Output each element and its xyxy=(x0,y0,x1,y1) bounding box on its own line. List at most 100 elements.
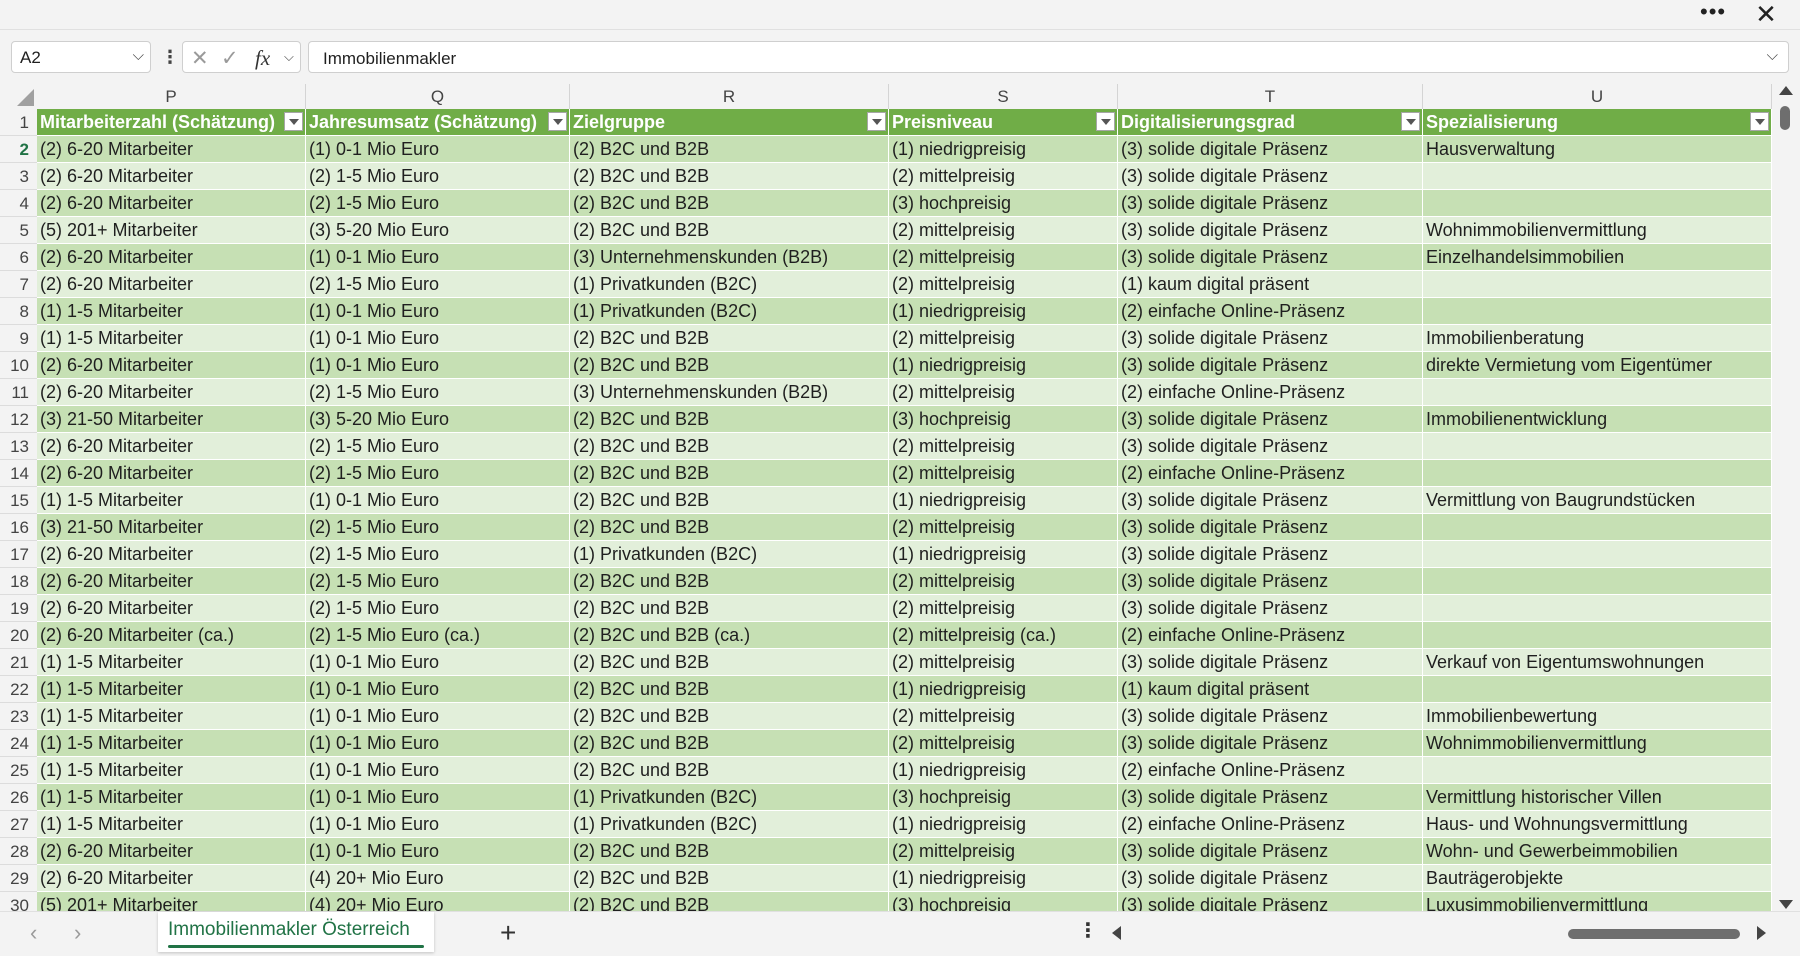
table-cell[interactable]: (1) 0-1 Mio Euro xyxy=(306,298,570,325)
row-number[interactable]: 19 xyxy=(0,595,37,622)
table-cell[interactable]: (2) 6-20 Mitarbeiter xyxy=(37,190,306,217)
row-number[interactable]: 4 xyxy=(0,190,37,217)
table-cell[interactable]: (2) mittelpreisig xyxy=(889,217,1118,244)
table-cell[interactable]: (2) 1-5 Mio Euro xyxy=(306,514,570,541)
table-cell[interactable]: (2) 1-5 Mio Euro xyxy=(306,379,570,406)
table-cell[interactable]: Wohnimmobilienvermittlung xyxy=(1423,217,1772,244)
worksheet-grid[interactable]: P Q R S T U 1 Mitarbeiterzahl (Schätzung… xyxy=(0,84,1772,911)
table-cell[interactable]: (2) B2C und B2B xyxy=(570,757,889,784)
table-cell[interactable]: (2) 6-20 Mitarbeiter xyxy=(37,271,306,298)
header-cell[interactable]: Digitalisierungsgrad xyxy=(1118,109,1423,136)
table-cell[interactable]: Immobilienentwicklung xyxy=(1423,406,1772,433)
table-cell[interactable]: (2) 1-5 Mio Euro xyxy=(306,163,570,190)
table-cell[interactable]: (2) B2C und B2B xyxy=(570,460,889,487)
row-number[interactable]: 12 xyxy=(0,406,37,433)
row-number[interactable]: 6 xyxy=(0,244,37,271)
row-number[interactable]: 2 xyxy=(0,136,37,163)
row-number[interactable]: 7 xyxy=(0,271,37,298)
table-cell[interactable]: (1) 0-1 Mio Euro xyxy=(306,784,570,811)
table-cell[interactable]: (2) B2C und B2B xyxy=(570,838,889,865)
table-cell[interactable]: (2) mittelpreisig xyxy=(889,568,1118,595)
column-header-t[interactable]: T xyxy=(1118,84,1423,109)
add-sheet-icon[interactable]: + xyxy=(500,917,516,949)
table-cell[interactable]: (2) 1-5 Mio Euro xyxy=(306,460,570,487)
table-cell[interactable]: (2) 1-5 Mio Euro xyxy=(306,433,570,460)
table-cell[interactable]: (3) solide digitale Präsenz xyxy=(1118,865,1423,892)
table-cell[interactable]: Vermittlung von Baugrundstücken xyxy=(1423,487,1772,514)
table-cell[interactable]: (3) hochpreisig xyxy=(889,892,1118,911)
table-cell[interactable]: (1) niedrigpreisig xyxy=(889,136,1118,163)
table-cell[interactable] xyxy=(1423,622,1772,649)
table-cell[interactable]: (3) solide digitale Präsenz xyxy=(1118,838,1423,865)
table-cell[interactable]: (3) solide digitale Präsenz xyxy=(1118,136,1423,163)
table-cell[interactable] xyxy=(1423,541,1772,568)
column-header-q[interactable]: Q xyxy=(306,84,570,109)
table-cell[interactable]: (2) mittelpreisig xyxy=(889,271,1118,298)
table-cell[interactable]: (3) solide digitale Präsenz xyxy=(1118,190,1423,217)
table-cell[interactable]: Immobilienberatung xyxy=(1423,325,1772,352)
table-cell[interactable]: (3) hochpreisig xyxy=(889,190,1118,217)
filter-dropdown-icon[interactable] xyxy=(867,112,886,131)
row-number[interactable]: 27 xyxy=(0,811,37,838)
table-cell[interactable]: (1) niedrigpreisig xyxy=(889,352,1118,379)
table-cell[interactable]: (1) Privatkunden (B2C) xyxy=(570,271,889,298)
insert-function-icon[interactable]: fx xyxy=(255,46,270,71)
table-cell[interactable]: (2) B2C und B2B xyxy=(570,433,889,460)
table-cell[interactable] xyxy=(1423,460,1772,487)
table-cell[interactable]: direkte Vermietung vom Eigentümer xyxy=(1423,352,1772,379)
table-cell[interactable] xyxy=(1423,298,1772,325)
table-cell[interactable]: (3) Unternehmenskunden (B2B) xyxy=(570,244,889,271)
table-cell[interactable]: (2) 6-20 Mitarbeiter xyxy=(37,379,306,406)
filter-dropdown-icon[interactable] xyxy=(1401,112,1420,131)
row-number[interactable]: 5 xyxy=(0,217,37,244)
table-cell[interactable] xyxy=(1423,163,1772,190)
table-cell[interactable]: (3) 21-50 Mitarbeiter xyxy=(37,514,306,541)
table-cell[interactable]: (2) B2C und B2B xyxy=(570,649,889,676)
row-number[interactable]: 25 xyxy=(0,757,37,784)
table-cell[interactable]: (1) kaum digital präsent xyxy=(1118,271,1423,298)
table-cell[interactable]: (3) solide digitale Präsenz xyxy=(1118,217,1423,244)
table-cell[interactable]: Einzelhandelsimmobilien xyxy=(1423,244,1772,271)
table-cell[interactable]: (2) einfache Online-Präsenz xyxy=(1118,460,1423,487)
table-cell[interactable]: (2) 1-5 Mio Euro xyxy=(306,568,570,595)
table-cell[interactable]: (2) 6-20 Mitarbeiter xyxy=(37,541,306,568)
table-cell[interactable]: (2) einfache Online-Präsenz xyxy=(1118,757,1423,784)
table-cell[interactable] xyxy=(1423,190,1772,217)
table-cell[interactable]: (2) 1-5 Mio Euro xyxy=(306,271,570,298)
table-cell[interactable]: (3) hochpreisig xyxy=(889,406,1118,433)
table-cell[interactable]: (2) B2C und B2B xyxy=(570,217,889,244)
table-cell[interactable]: (1) 0-1 Mio Euro xyxy=(306,811,570,838)
table-cell[interactable]: (3) solide digitale Präsenz xyxy=(1118,784,1423,811)
table-cell[interactable]: (2) B2C und B2B xyxy=(570,595,889,622)
table-cell[interactable]: (2) mittelpreisig xyxy=(889,325,1118,352)
table-cell[interactable]: Verkauf von Eigentumswohnungen xyxy=(1423,649,1772,676)
table-cell[interactable] xyxy=(1423,568,1772,595)
table-cell[interactable] xyxy=(1423,379,1772,406)
row-number[interactable]: 14 xyxy=(0,460,37,487)
table-cell[interactable]: (3) solide digitale Präsenz xyxy=(1118,163,1423,190)
table-cell[interactable]: (2) B2C und B2B xyxy=(570,568,889,595)
row-number[interactable]: 24 xyxy=(0,730,37,757)
table-cell[interactable]: (1) 1-5 Mitarbeiter xyxy=(37,487,306,514)
table-cell[interactable]: (2) B2C und B2B xyxy=(570,190,889,217)
table-cell[interactable]: (2) mittelpreisig (ca.) xyxy=(889,622,1118,649)
table-cell[interactable]: (3) solide digitale Präsenz xyxy=(1118,433,1423,460)
scroll-down-icon[interactable] xyxy=(1779,900,1793,909)
header-cell[interactable]: Preisniveau xyxy=(889,109,1118,136)
table-cell[interactable]: (5) 201+ Mitarbeiter xyxy=(37,217,306,244)
table-cell[interactable]: (1) 0-1 Mio Euro xyxy=(306,838,570,865)
table-cell[interactable]: (3) solide digitale Präsenz xyxy=(1118,892,1423,911)
table-cell[interactable]: (2) B2C und B2B xyxy=(570,163,889,190)
table-cell[interactable]: Luxusimmobilienvermittlung xyxy=(1423,892,1772,911)
row-number[interactable]: 26 xyxy=(0,784,37,811)
table-cell[interactable]: (3) solide digitale Präsenz xyxy=(1118,541,1423,568)
vertical-ellipsis-icon[interactable]: ⋮ xyxy=(161,44,179,70)
previous-sheet-icon[interactable]: ‹ xyxy=(30,920,37,946)
table-cell[interactable]: (3) Unternehmenskunden (B2B) xyxy=(570,379,889,406)
row-number[interactable]: 16 xyxy=(0,514,37,541)
cancel-icon[interactable]: ✕ xyxy=(191,46,209,71)
row-number[interactable]: 22 xyxy=(0,676,37,703)
row-number[interactable]: 3 xyxy=(0,163,37,190)
enter-check-icon[interactable]: ✓ xyxy=(221,46,239,71)
table-cell[interactable]: (1) 1-5 Mitarbeiter xyxy=(37,703,306,730)
